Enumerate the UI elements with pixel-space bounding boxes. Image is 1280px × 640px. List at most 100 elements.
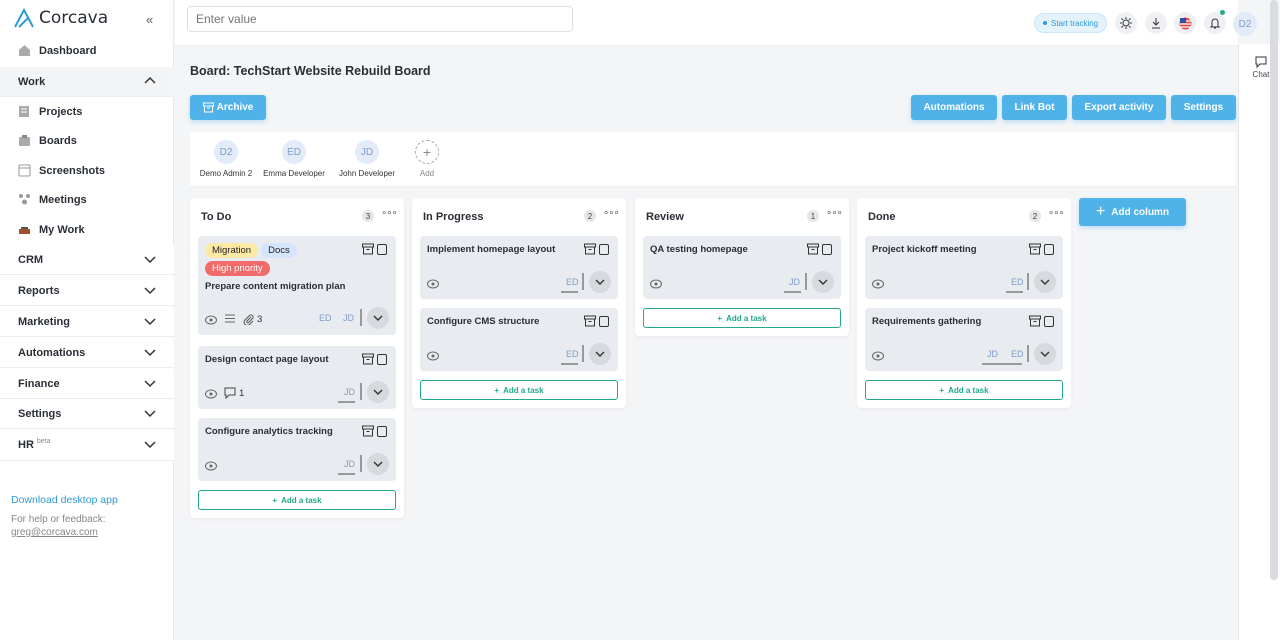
expand-card-button[interactable] [589,343,611,365]
eye-icon[interactable] [872,279,884,289]
automations-button[interactable]: Automations [911,95,997,120]
assignee-initials[interactable]: ED [566,277,579,287]
settings-button[interactable]: Settings [1171,95,1236,120]
task-card[interactable]: Configure analytics tracking JD [198,418,396,481]
column-more-icon[interactable]: ∘∘∘ [826,208,843,219]
download-desktop-app-link[interactable]: Download desktop app [11,494,118,506]
theme-toggle-button[interactable] [1115,12,1137,34]
member-demo-admin-2[interactable]: D2 Demo Admin 2 [197,140,255,178]
card-actions [1029,315,1055,327]
copy-icon[interactable] [599,243,610,255]
sidebar-section-settings[interactable]: Settings [0,399,174,429]
member-john-developer[interactable]: JD John Developer [334,140,400,178]
archive-icon[interactable] [1029,243,1042,255]
sidebar-item-projects[interactable]: Projects [0,97,174,126]
copy-icon[interactable] [1044,315,1055,327]
eye-icon[interactable] [205,461,217,471]
sidebar-section-marketing[interactable]: Marketing [0,307,174,337]
assignee-initials[interactable]: ED [1011,277,1024,287]
task-title: QA testing homepage [650,244,748,255]
eye-icon[interactable] [872,351,884,361]
collapse-sidebar-icon[interactable]: « [146,12,153,27]
sidebar-item-my-work[interactable]: My Work [0,215,174,244]
task-card[interactable]: Implement homepage layout ED [420,236,618,299]
archive-icon[interactable] [584,315,597,327]
column-title: To Do [201,211,232,223]
assignee-initials[interactable]: JD [789,277,800,287]
help-email-link[interactable]: greg@corcava.com [11,526,106,539]
logo[interactable]: Corcava [13,8,108,28]
eye-icon[interactable] [205,389,217,399]
copy-icon[interactable] [377,353,388,365]
column-more-icon[interactable]: ∘∘∘ [1048,208,1065,219]
expand-card-button[interactable] [367,453,389,475]
sidebar-section-reports[interactable]: Reports [0,276,174,306]
expand-card-button[interactable] [367,307,389,329]
task-card[interactable]: QA testing homepage JD [643,236,841,299]
language-button[interactable] [1174,12,1196,34]
member-emma-developer[interactable]: ED Emma Developer [260,140,328,178]
assignee-initials[interactable]: ED [566,349,579,359]
expand-card-button[interactable] [367,381,389,403]
assignee-initials[interactable]: JD [344,459,355,469]
chevron-down-icon [595,351,605,357]
eye-icon[interactable] [650,279,662,289]
sidebar-item-boards[interactable]: Boards [0,126,174,155]
copy-icon[interactable] [822,243,833,255]
add-column-button[interactable]: + Add column [1079,198,1186,226]
search-input[interactable] [187,6,573,32]
task-card[interactable]: Configure CMS structure ED [420,308,618,371]
assignee-initials[interactable]: ED [319,313,332,323]
copy-icon[interactable] [377,243,388,255]
copy-icon[interactable] [1044,243,1055,255]
expand-card-button[interactable] [812,271,834,293]
archive-icon[interactable] [1029,315,1042,327]
assignee-initials[interactable]: JD [344,387,355,397]
notifications-button[interactable] [1204,10,1226,34]
add-task-button[interactable]: + Add a task [865,380,1063,400]
assignee-initials[interactable]: JD [987,349,998,359]
user-avatar[interactable]: D2 [1233,12,1257,36]
archive-icon[interactable] [362,425,375,437]
task-card[interactable]: Migration Docs High priority Prepare con… [198,236,396,335]
archive-icon[interactable] [807,243,820,255]
column-more-icon[interactable]: ∘∘∘ [381,208,398,219]
page-scrollbar[interactable] [1270,0,1278,580]
export-activity-button[interactable]: Export activity [1072,95,1166,120]
sidebar-item-screenshots[interactable]: Screenshots [0,156,174,185]
archive-icon[interactable] [362,353,375,365]
archive-icon[interactable] [362,243,375,255]
sidebar-section-work[interactable]: Work [0,67,174,97]
eye-icon[interactable] [205,315,217,325]
task-card[interactable]: Requirements gathering JD ED [865,308,1063,371]
download-button[interactable] [1145,12,1167,34]
copy-icon[interactable] [377,425,388,437]
assignee-initials[interactable]: JD [343,313,354,323]
sidebar-section-hr[interactable]: HR beta [0,430,174,461]
column-more-icon[interactable]: ∘∘∘ [603,208,620,219]
sidebar-section-crm[interactable]: CRM [0,245,174,275]
add-task-button[interactable]: + Add a task [643,308,841,328]
add-task-button[interactable]: + Add a task [420,380,618,400]
start-tracking-button[interactable]: Start tracking [1034,13,1108,33]
add-task-button[interactable]: + Add a task [198,490,396,510]
add-member-button[interactable]: + Add [412,140,442,178]
expand-card-button[interactable] [1034,343,1056,365]
eye-icon[interactable] [427,351,439,361]
archive-icon[interactable] [584,243,597,255]
task-card[interactable]: Design contact page layout 1 JD [198,346,396,409]
expand-card-button[interactable] [1034,271,1056,293]
sidebar-section-automations[interactable]: Automations [0,338,174,368]
assignee-initials[interactable]: ED [1011,349,1024,359]
task-card[interactable]: Project kickoff meeting ED [865,236,1063,299]
card-actions [362,243,388,255]
sidebar-section-finance[interactable]: Finance [0,369,174,399]
sidebar-item-meetings[interactable]: Meetings [0,185,174,214]
expand-card-button[interactable] [589,271,611,293]
sidebar-section-label: Work [18,75,46,88]
archive-button[interactable]: Archive [190,95,266,120]
copy-icon[interactable] [599,315,610,327]
link-bot-button[interactable]: Link Bot [1002,95,1067,120]
sidebar-item-dashboard[interactable]: Dashboard [0,36,174,65]
eye-icon[interactable] [427,279,439,289]
